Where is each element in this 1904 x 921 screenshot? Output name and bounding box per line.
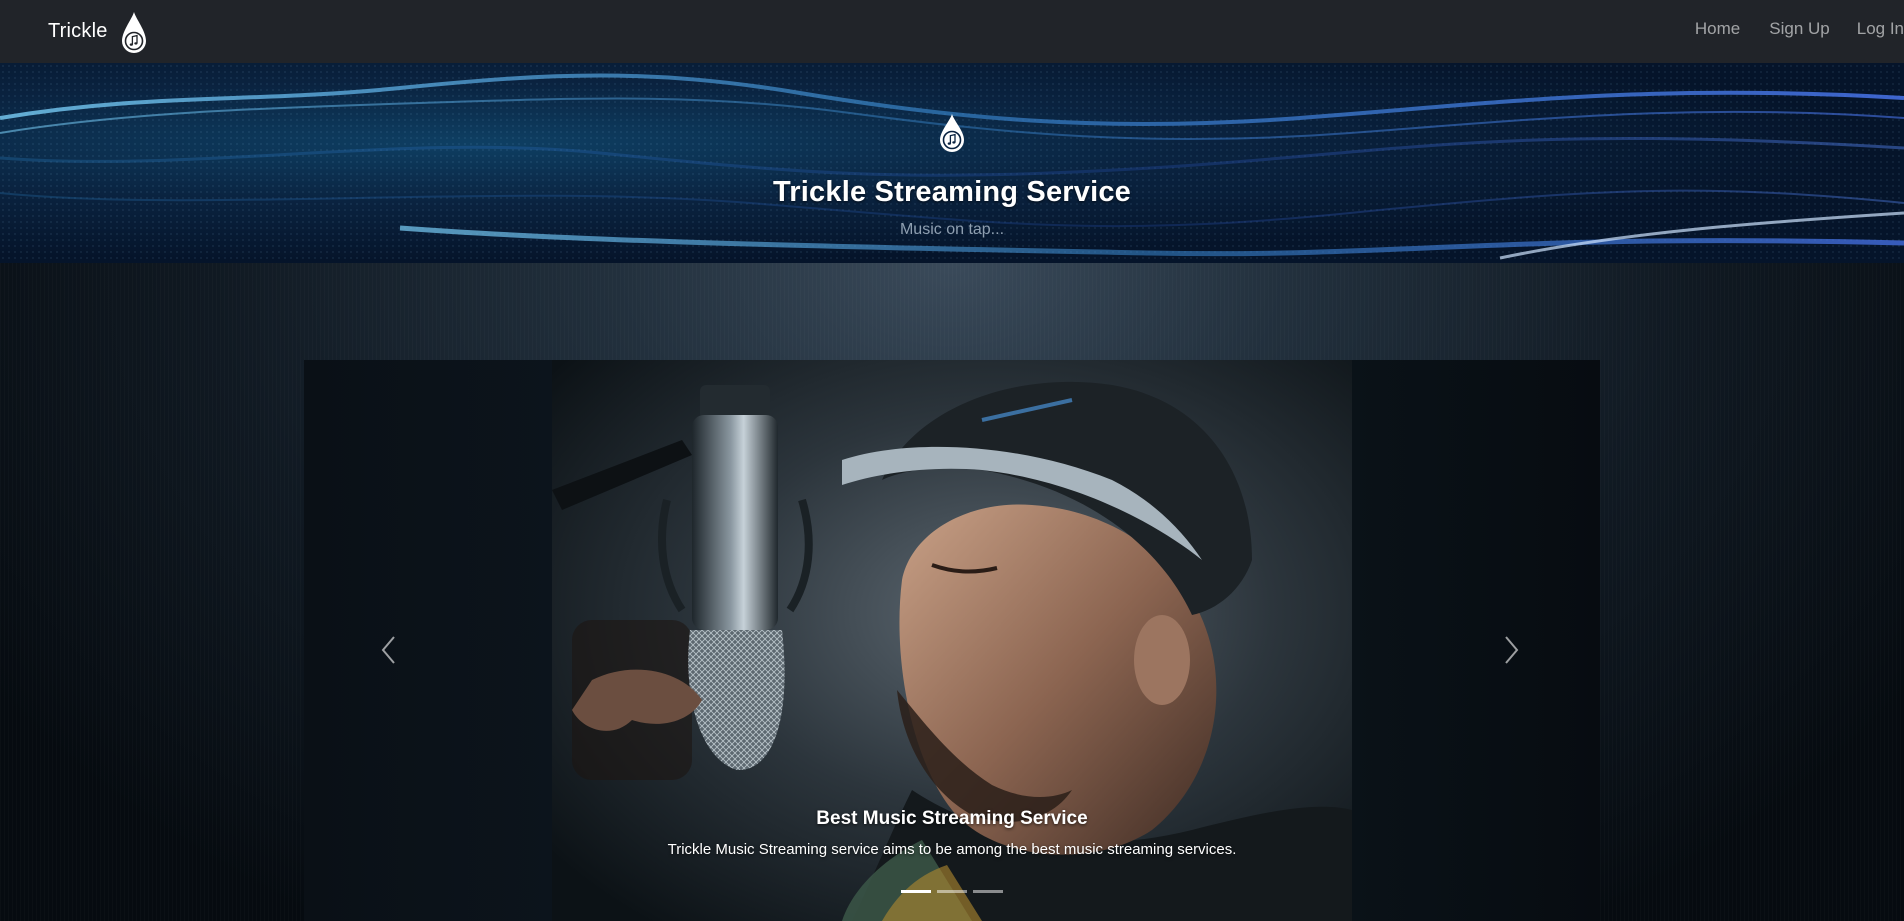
hero-banner: Trickle Streaming Service Music on tap..… [0, 63, 1904, 263]
brand-link[interactable]: Trickle [48, 0, 148, 63]
carousel-prev-button[interactable] [369, 630, 409, 670]
chevron-left-icon [381, 636, 395, 664]
nav-links: Home Sign Up Log In [1695, 0, 1904, 57]
hero-subtitle: Music on tap... [899, 221, 1005, 238]
slide-caption: Best Music Streaming Service Trickle Mus… [304, 808, 1600, 858]
carousel-next-button[interactable] [1491, 630, 1531, 670]
music-drop-icon [121, 11, 146, 53]
caption-title: Best Music Streaming Service [816, 808, 1088, 829]
nav-login-link[interactable]: Log In [1857, 19, 1904, 39]
caption-text: Trickle Music Streaming service aims to … [667, 841, 1237, 858]
carousel-indicator-3[interactable] [973, 890, 1003, 893]
page: Trickle Home Sign Up Log In Trickle Stre… [0, 0, 1904, 921]
carousel: Best Music Streaming Service Trickle Mus… [304, 360, 1600, 921]
nav-signup-link[interactable]: Sign Up [1769, 19, 1829, 39]
carousel-indicator-2[interactable] [937, 890, 967, 893]
chevron-right-icon [1505, 636, 1519, 664]
carousel-indicators [304, 890, 1600, 893]
hero-title: Trickle Streaming Service [772, 176, 1132, 208]
main-section: Best Music Streaming Service Trickle Mus… [0, 263, 1904, 921]
carousel-indicator-1[interactable] [901, 890, 931, 893]
navbar: Trickle Home Sign Up Log In [0, 0, 1904, 63]
nav-home-link[interactable]: Home [1695, 19, 1740, 39]
brand-name: Trickle [48, 20, 108, 42]
music-drop-icon [940, 114, 964, 152]
